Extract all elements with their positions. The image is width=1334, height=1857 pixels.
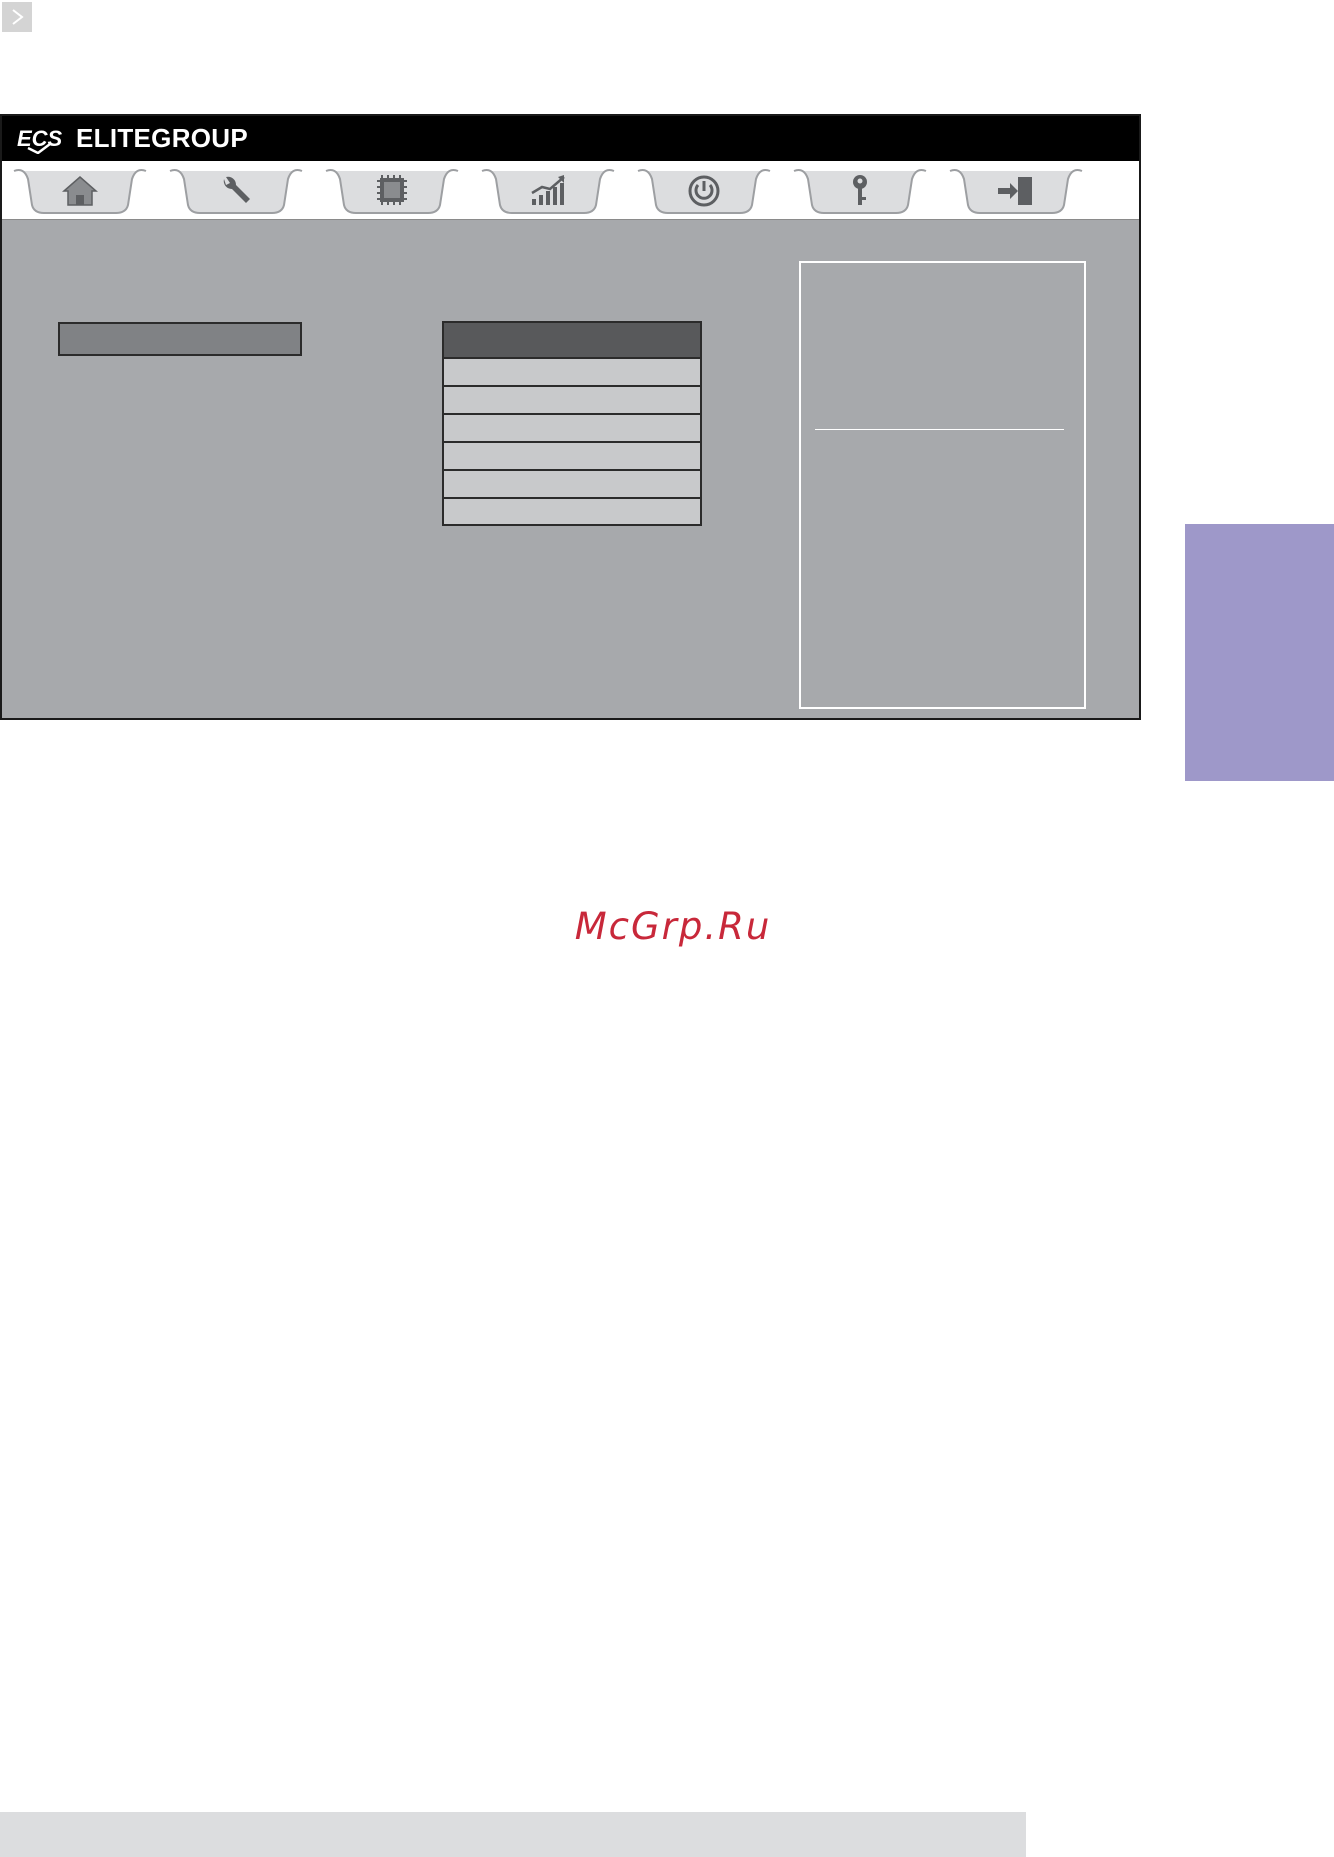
key-icon [853,175,867,205]
home-icon [62,176,98,206]
bios-body [2,219,1139,720]
tab-power[interactable] [634,165,774,217]
brand-name: ELITEGROUP [76,123,249,153]
power-icon [688,175,720,207]
tab-performance[interactable] [478,165,618,217]
option-item[interactable] [444,359,700,387]
bios-window: ECS ELITEGROUP [0,114,1141,720]
option-item[interactable] [444,443,700,471]
tab-security[interactable] [790,165,930,217]
bios-header: ECS ELITEGROUP [2,116,1139,161]
footer-bar [0,1812,1026,1857]
tab-bar [2,161,1139,220]
option-item[interactable] [444,499,700,524]
options-popup [442,321,702,526]
performance-chart-icon [531,175,565,205]
option-item[interactable] [444,415,700,443]
wrench-icon [223,176,250,203]
chevron-right-icon [2,2,32,32]
tab-chipset[interactable] [322,165,462,217]
options-popup-header [444,323,700,359]
help-panel [799,261,1086,709]
tab-main[interactable] [10,165,150,217]
ecs-logo: ECS [16,124,64,154]
help-divider [815,429,1064,430]
watermark-text: McGrp.Ru [574,905,772,948]
tab-exit[interactable] [946,165,1086,217]
option-item[interactable] [444,387,700,415]
chip-icon [377,175,407,205]
option-item[interactable] [444,471,700,499]
selected-setting-field[interactable] [58,322,302,356]
chapter-side-tab [1185,524,1334,781]
logo-text: ECS [17,126,63,151]
tab-advanced[interactable] [166,165,306,217]
exit-door-icon [998,177,1032,205]
